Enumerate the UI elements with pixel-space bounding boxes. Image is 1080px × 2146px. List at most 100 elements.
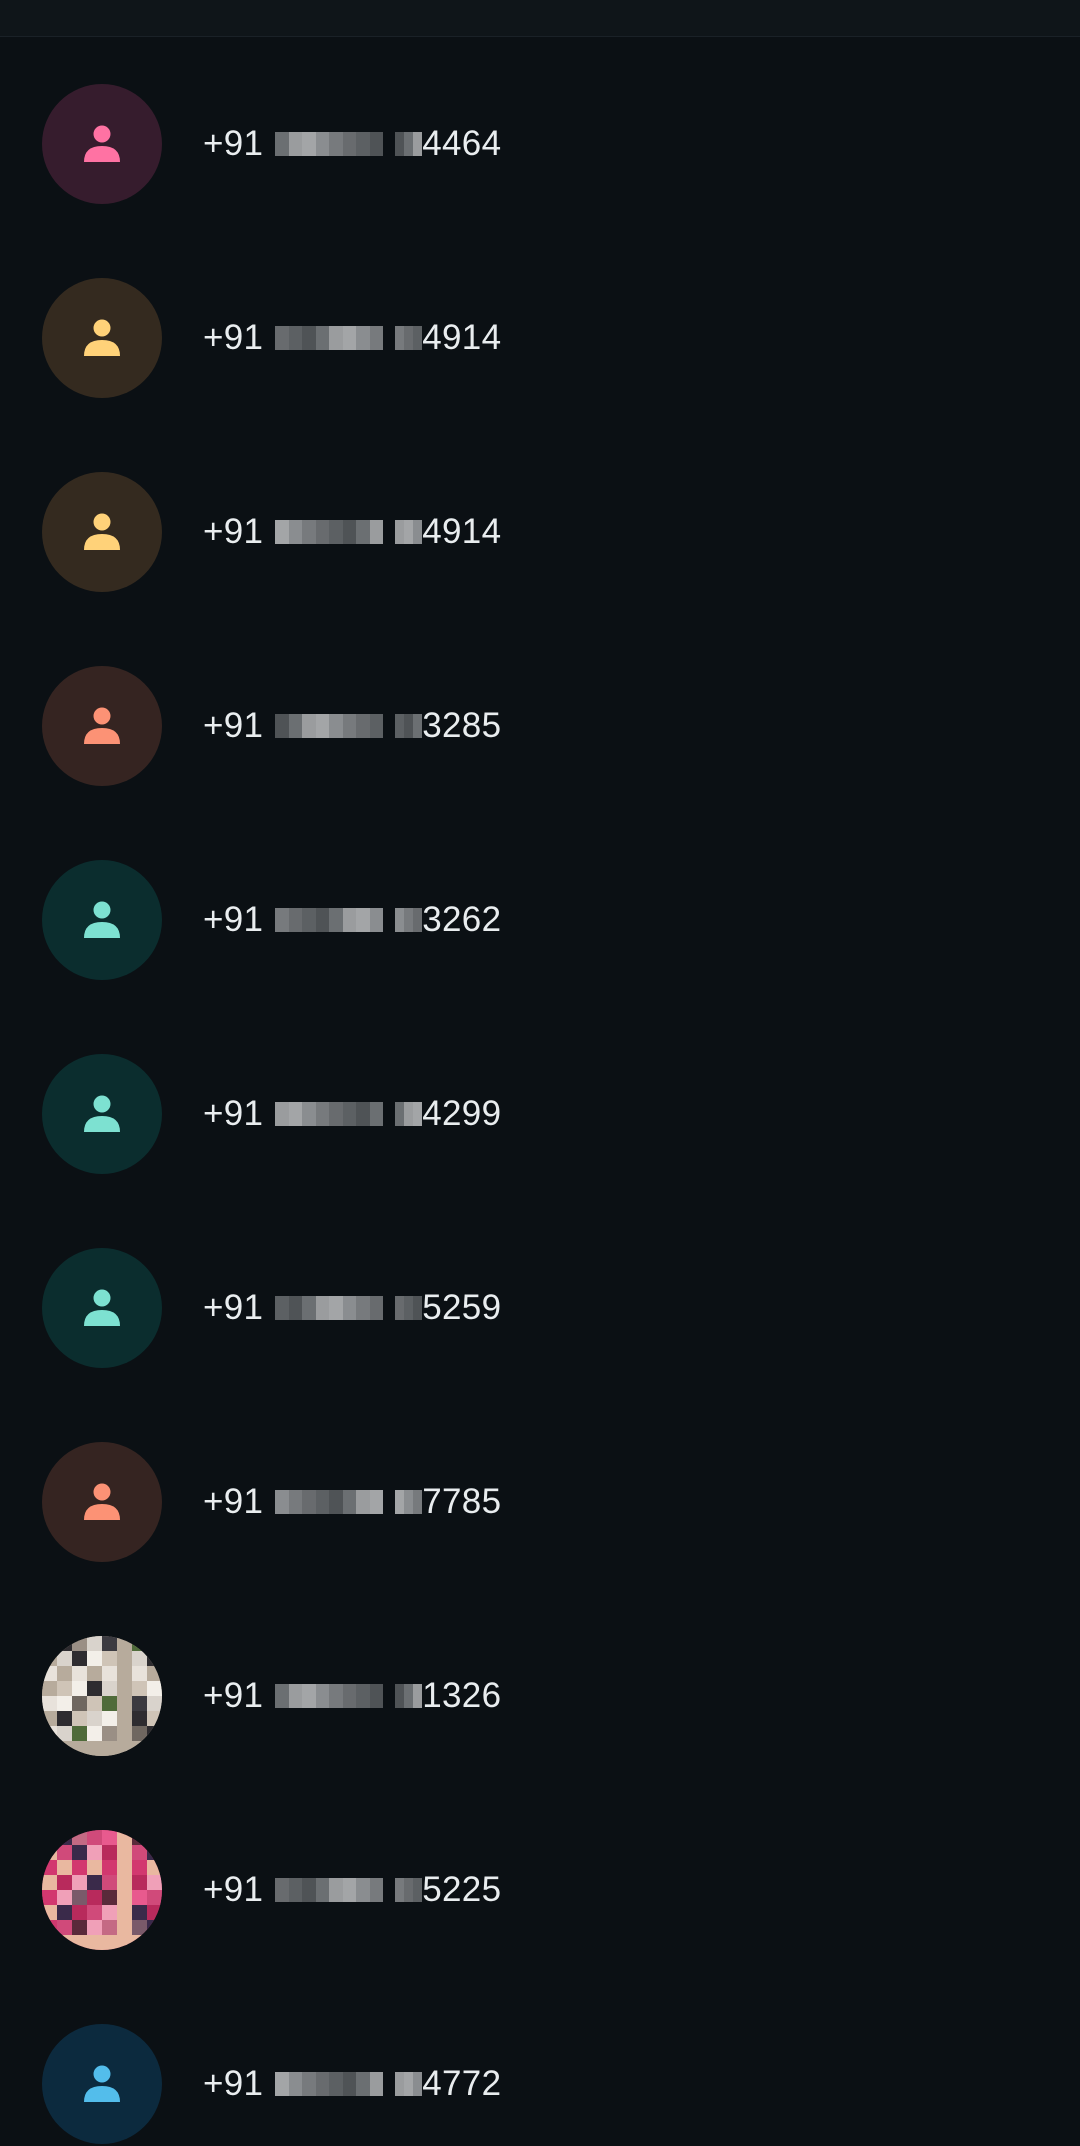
redaction-pixel bbox=[288, 132, 303, 156]
contact-row[interactable]: +91 3262 bbox=[0, 823, 1080, 1017]
redaction-pixel bbox=[356, 2072, 370, 2096]
redaction-pixel bbox=[356, 132, 370, 156]
number-suffix: 4772 bbox=[422, 2064, 502, 2103]
redaction-pixel bbox=[395, 908, 405, 932]
redaction-pixel bbox=[302, 132, 316, 156]
redacted-digit bbox=[395, 714, 423, 738]
redaction-pixel bbox=[342, 1490, 357, 1514]
redaction-pixel bbox=[404, 1878, 414, 1902]
redacted-digits bbox=[275, 1878, 384, 1902]
redaction-pixel bbox=[395, 1102, 405, 1126]
contact-list[interactable]: +91 4464 +91 4914 +91 4914 +91 3285 +91 … bbox=[0, 36, 1080, 2146]
redaction-pixel bbox=[395, 1296, 405, 1320]
number-suffix: 4914 bbox=[422, 318, 502, 357]
redaction-pixel bbox=[369, 1684, 384, 1708]
person-avatar-icon bbox=[42, 278, 162, 398]
contact-row[interactable]: +91 1326 bbox=[0, 1599, 1080, 1793]
redaction-pixel bbox=[315, 520, 330, 544]
redaction-pixel bbox=[302, 1490, 316, 1514]
redaction-pixel bbox=[275, 132, 289, 156]
redacted-digits bbox=[275, 326, 384, 350]
person-icon bbox=[84, 707, 120, 744]
redaction-pixel bbox=[275, 2072, 289, 2096]
redaction-pixel bbox=[369, 520, 384, 544]
redacted-digits bbox=[275, 520, 384, 544]
redaction-pixel bbox=[369, 1102, 384, 1126]
redaction-pixel bbox=[413, 2072, 423, 2096]
redaction-pixel bbox=[329, 2072, 343, 2096]
redaction-pixel bbox=[288, 1684, 303, 1708]
country-code: +91 bbox=[203, 1676, 264, 1715]
country-code: +91 bbox=[203, 706, 264, 745]
redaction-pixel bbox=[288, 2072, 303, 2096]
contact-phone-number: +91 4464 bbox=[203, 124, 501, 164]
redaction-pixel bbox=[395, 714, 405, 738]
redaction-pixel bbox=[315, 1296, 330, 1320]
redaction-pixel bbox=[369, 132, 384, 156]
contact-row[interactable]: +91 4914 bbox=[0, 241, 1080, 435]
contact-row[interactable]: +91 4914 bbox=[0, 435, 1080, 629]
contact-phone-number: +91 4914 bbox=[203, 512, 501, 552]
person-icon bbox=[84, 1289, 120, 1326]
redaction-pixel bbox=[404, 520, 414, 544]
contact-row[interactable]: +91 3285 bbox=[0, 629, 1080, 823]
redaction-pixel bbox=[413, 326, 423, 350]
contact-phone-number: +91 3285 bbox=[203, 706, 501, 746]
contact-phone-number: +91 4914 bbox=[203, 318, 501, 358]
redaction-pixel bbox=[404, 908, 414, 932]
redaction-pixel bbox=[288, 326, 303, 350]
redaction-pixel bbox=[275, 1490, 289, 1514]
redaction-pixel bbox=[356, 1684, 370, 1708]
redaction-pixel bbox=[329, 1296, 343, 1320]
redacted-digit bbox=[395, 1684, 423, 1708]
redaction-pixel bbox=[369, 714, 384, 738]
redaction-pixel bbox=[369, 326, 384, 350]
contact-phone-number: +91 5225 bbox=[203, 1870, 501, 1910]
redaction-pixel bbox=[302, 1296, 316, 1320]
top-bar bbox=[0, 0, 1080, 37]
redaction-pixel bbox=[413, 1296, 423, 1320]
country-code: +91 bbox=[203, 512, 264, 551]
number-suffix: 5259 bbox=[422, 1288, 502, 1327]
redacted-digits bbox=[275, 1490, 384, 1514]
redacted-digit bbox=[395, 908, 423, 932]
redaction-pixel bbox=[356, 714, 370, 738]
redacted-digit bbox=[395, 2072, 423, 2096]
redaction-pixel bbox=[315, 1490, 330, 1514]
number-suffix: 1326 bbox=[422, 1676, 502, 1715]
contact-row[interactable]: +91 4772 bbox=[0, 1987, 1080, 2146]
redaction-pixel bbox=[369, 908, 384, 932]
redacted-digit bbox=[395, 520, 423, 544]
redacted-digits bbox=[275, 1296, 384, 1320]
redaction-pixel bbox=[369, 1490, 384, 1514]
redaction-pixel bbox=[288, 1490, 303, 1514]
redaction-pixel bbox=[302, 326, 316, 350]
redaction-pixel bbox=[275, 1296, 289, 1320]
redaction-pixel bbox=[288, 520, 303, 544]
redaction-pixel bbox=[356, 1490, 370, 1514]
contact-phone-number: +91 4772 bbox=[203, 2064, 501, 2104]
person-icon bbox=[84, 319, 120, 356]
profile-photo bbox=[42, 1636, 162, 1756]
redaction-pixel bbox=[315, 908, 330, 932]
redaction-pixel bbox=[395, 1490, 405, 1514]
person-avatar-icon bbox=[42, 2024, 162, 2144]
contact-row[interactable]: +91 5225 bbox=[0, 1793, 1080, 1987]
redaction-pixel bbox=[275, 908, 289, 932]
redaction-pixel bbox=[356, 1102, 370, 1126]
contact-row[interactable]: +91 7785 bbox=[0, 1405, 1080, 1599]
redacted-digit bbox=[395, 1490, 423, 1514]
person-avatar-icon bbox=[42, 472, 162, 592]
redacted-digits bbox=[275, 1684, 384, 1708]
redaction-pixel bbox=[288, 1102, 303, 1126]
contact-row[interactable]: +91 4464 bbox=[0, 47, 1080, 241]
contact-row[interactable]: +91 4299 bbox=[0, 1017, 1080, 1211]
redaction-pixel bbox=[275, 326, 289, 350]
contact-row[interactable]: +91 5259 bbox=[0, 1211, 1080, 1405]
country-code: +91 bbox=[203, 124, 264, 163]
redaction-pixel bbox=[404, 1684, 414, 1708]
redaction-pixel bbox=[404, 1296, 414, 1320]
country-code: +91 bbox=[203, 318, 264, 357]
profile-photo bbox=[42, 1830, 162, 1950]
redaction-pixel bbox=[413, 1490, 423, 1514]
